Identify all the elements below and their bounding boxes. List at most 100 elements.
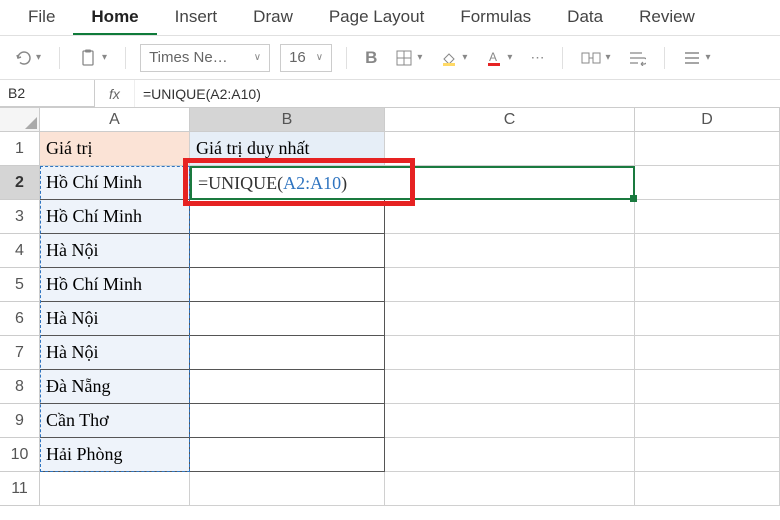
cell-a4[interactable]: Hà Nội (40, 234, 190, 268)
cell-a1[interactable]: Giá trị (40, 132, 190, 166)
name-box[interactable]: B2 (0, 80, 95, 107)
tab-draw[interactable]: Draw (235, 1, 311, 35)
cell-c4[interactable] (385, 234, 635, 268)
cell-c3[interactable] (385, 200, 635, 234)
cell-b8[interactable] (190, 370, 385, 404)
cell-c8[interactable] (385, 370, 635, 404)
wrap-button[interactable] (624, 48, 650, 68)
cell-d6[interactable] (635, 302, 780, 336)
cell-b9[interactable] (190, 404, 385, 438)
cell-a9[interactable]: Cần Thơ (40, 404, 190, 438)
align-icon (683, 51, 701, 65)
font-name-select[interactable]: Times Ne… ∨ (140, 44, 270, 72)
cell-b5[interactable] (190, 268, 385, 302)
cell-c1[interactable] (385, 132, 635, 166)
tab-review[interactable]: Review (621, 1, 713, 35)
cell-d4[interactable] (635, 234, 780, 268)
chevron-down-icon: ∨ (254, 52, 261, 63)
row-header-2[interactable]: 2 (0, 166, 40, 200)
cell-c5[interactable] (385, 268, 635, 302)
chevron-down-icon: ▾ (507, 52, 512, 63)
sheet-area: A B C D 1 Giá trị Giá trị duy nhất 2 Hồ … (0, 108, 780, 506)
font-color-icon: A (485, 49, 503, 67)
row-header-9[interactable]: 9 (0, 404, 40, 438)
font-size-value: 16 (289, 49, 306, 66)
cell-d9[interactable] (635, 404, 780, 438)
row-header-7[interactable]: 7 (0, 336, 40, 370)
cell-b11[interactable] (190, 472, 385, 506)
tab-data[interactable]: Data (549, 1, 621, 35)
fill-color-button[interactable]: ▾ (436, 47, 471, 69)
row-header-11[interactable]: 11 (0, 472, 40, 506)
cell-b7[interactable] (190, 336, 385, 370)
cell-c7[interactable] (385, 336, 635, 370)
active-cell-editor[interactable]: =UNIQUE(A2:A10) (190, 166, 635, 200)
cell-d11[interactable] (635, 472, 780, 506)
cell-b10[interactable] (190, 438, 385, 472)
tab-page-layout[interactable]: Page Layout (311, 1, 442, 35)
chevron-down-icon: ▾ (102, 52, 107, 63)
cell-c9[interactable] (385, 404, 635, 438)
cell-a10[interactable]: Hải Phòng (40, 438, 190, 472)
border-icon (395, 49, 413, 67)
cell-d8[interactable] (635, 370, 780, 404)
merge-button[interactable]: ▾ (577, 48, 614, 68)
clipboard-button[interactable]: ▾ (74, 46, 111, 70)
cell-a8[interactable]: Đà Nẵng (40, 370, 190, 404)
chevron-down-icon: ∨ (316, 52, 323, 63)
cell-d2[interactable] (635, 166, 780, 200)
tab-file[interactable]: File (10, 1, 73, 35)
more-button[interactable]: ⋯ (526, 47, 548, 68)
row-header-10[interactable]: 10 (0, 438, 40, 472)
undo-button[interactable]: ▾ (10, 47, 45, 69)
row-header-3[interactable]: 3 (0, 200, 40, 234)
ribbon-toolbar: ▾ ▾ Times Ne… ∨ 16 ∨ B ▾ ▾ A ▾ ⋯ ▾ (0, 36, 780, 80)
cell-d10[interactable] (635, 438, 780, 472)
svg-text:A: A (489, 50, 497, 64)
cell-a2[interactable]: Hồ Chí Minh (40, 166, 190, 200)
cell-d1[interactable] (635, 132, 780, 166)
row-header-6[interactable]: 6 (0, 302, 40, 336)
clipboard-icon (78, 48, 98, 68)
align-button[interactable]: ▾ (679, 49, 714, 67)
cell-a3[interactable]: Hồ Chí Minh (40, 200, 190, 234)
cell-a5[interactable]: Hồ Chí Minh (40, 268, 190, 302)
row-header-4[interactable]: 4 (0, 234, 40, 268)
col-header-d[interactable]: D (635, 108, 780, 132)
select-all-corner[interactable] (0, 108, 40, 132)
cell-c10[interactable] (385, 438, 635, 472)
border-button[interactable]: ▾ (391, 47, 426, 69)
formula-reference: A2:A10 (283, 173, 341, 194)
cell-d3[interactable] (635, 200, 780, 234)
chevron-down-icon: ▾ (705, 52, 710, 63)
tab-home[interactable]: Home (73, 1, 156, 35)
tab-formulas[interactable]: Formulas (442, 1, 549, 35)
cell-a7[interactable]: Hà Nội (40, 336, 190, 370)
formula-input[interactable]: =UNIQUE(A2:A10) (135, 80, 780, 107)
chevron-down-icon: ▾ (605, 52, 610, 63)
row-header-1[interactable]: 1 (0, 132, 40, 166)
cell-a6[interactable]: Hà Nội (40, 302, 190, 336)
cell-a11[interactable] (40, 472, 190, 506)
cell-c6[interactable] (385, 302, 635, 336)
cell-d7[interactable] (635, 336, 780, 370)
font-color-button[interactable]: A ▾ (481, 47, 516, 69)
chevron-down-icon: ▾ (462, 52, 467, 63)
cell-b4[interactable] (190, 234, 385, 268)
col-header-b[interactable]: B (190, 108, 385, 132)
col-header-c[interactable]: C (385, 108, 635, 132)
undo-icon (14, 49, 32, 67)
cell-b3[interactable] (190, 200, 385, 234)
column-headers: A B C D (0, 108, 780, 132)
fx-label[interactable]: fx (95, 80, 135, 107)
row-header-5[interactable]: 5 (0, 268, 40, 302)
row-header-8[interactable]: 8 (0, 370, 40, 404)
col-header-a[interactable]: A (40, 108, 190, 132)
cell-b1[interactable]: Giá trị duy nhất (190, 132, 385, 166)
cell-c11[interactable] (385, 472, 635, 506)
bold-button[interactable]: B (361, 46, 381, 70)
cell-b6[interactable] (190, 302, 385, 336)
cell-d5[interactable] (635, 268, 780, 302)
tab-insert[interactable]: Insert (157, 1, 236, 35)
font-size-select[interactable]: 16 ∨ (280, 44, 332, 72)
